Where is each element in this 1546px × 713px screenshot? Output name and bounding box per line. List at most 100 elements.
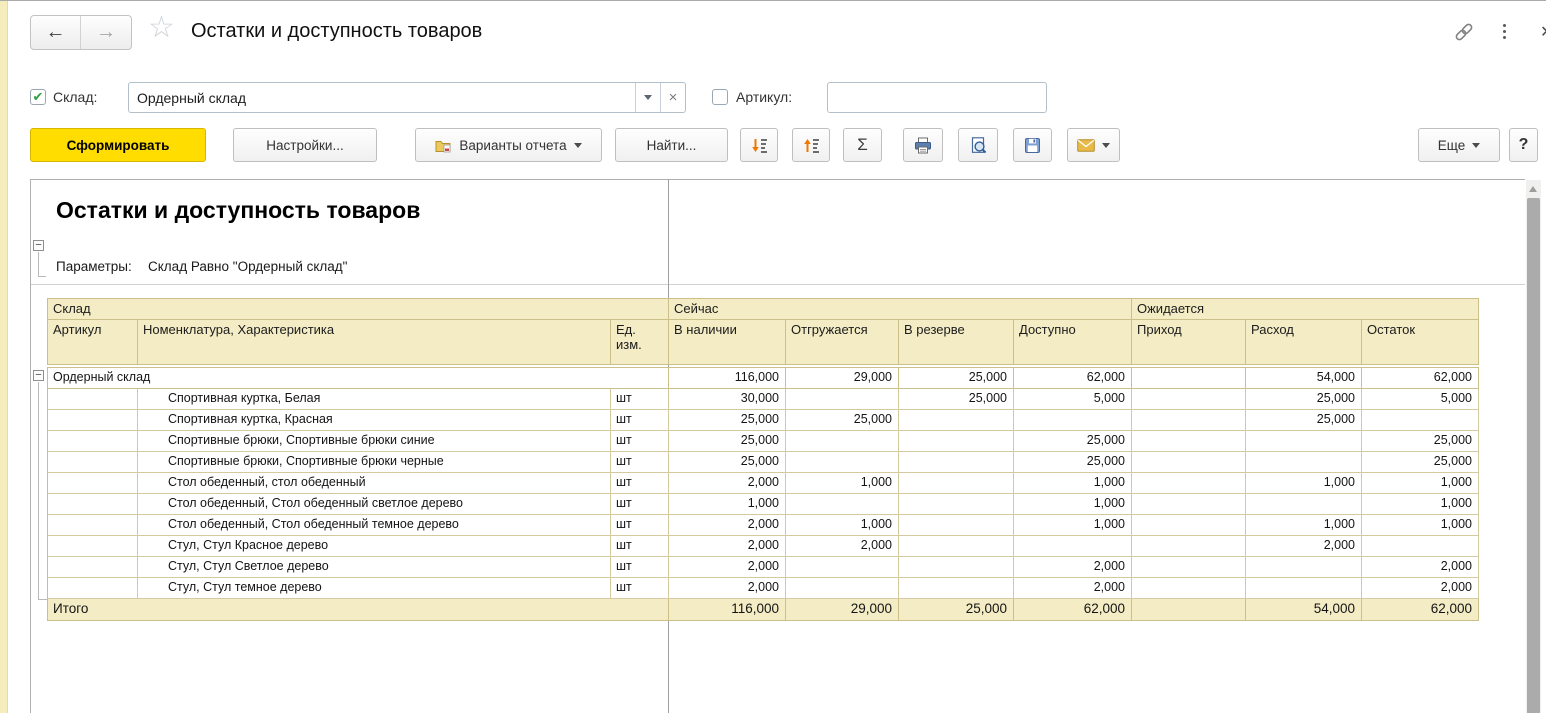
nomenclature-cell[interactable]: Стол обеденный, стол обеденный [138,473,611,494]
qty-reserve-cell[interactable] [899,557,1014,578]
qty-expense-cell[interactable] [1246,494,1362,515]
qty-available-cell[interactable]: 25,000 [1014,431,1132,452]
qty-income-cell[interactable] [1132,515,1246,536]
qty-available-cell[interactable]: 62,000 [1014,368,1132,389]
table-row[interactable]: Спортивные брюки, Спортивные брюки черны… [48,452,1479,473]
unit-cell[interactable]: шт [611,578,669,599]
qty-remainder-cell[interactable] [1362,410,1479,431]
unit-cell[interactable]: шт [611,389,669,410]
totals-button[interactable]: Σ [843,128,882,162]
qty-available-cell[interactable]: 2,000 [1014,557,1132,578]
qty-expense-cell[interactable]: 2,000 [1246,536,1362,557]
qty-shipping-cell[interactable] [786,494,899,515]
qty-remainder-cell[interactable]: 2,000 [1362,557,1479,578]
qty-income-cell[interactable] [1132,536,1246,557]
qty-reserve-cell[interactable] [899,578,1014,599]
favorite-star-icon[interactable]: ☆ [148,13,175,43]
artikul-cell[interactable] [48,452,138,473]
qty-available-cell[interactable]: 5,000 [1014,389,1132,410]
group-row-warehouse[interactable]: Ордерный склад 116,000 29,000 25,000 62,… [48,368,1479,389]
unit-cell[interactable]: шт [611,536,669,557]
more-menu-icon[interactable] [1503,24,1506,39]
qty-onhand-cell[interactable]: 2,000 [669,557,786,578]
qty-income-cell[interactable] [1132,578,1246,599]
qty-available-cell[interactable]: 62,000 [1014,599,1132,621]
artikul-cell[interactable] [48,536,138,557]
qty-income-cell[interactable] [1132,599,1246,621]
scroll-up-icon[interactable] [1529,186,1537,192]
group-header-sklad[interactable]: Склад [48,299,669,320]
scrollbar-thumb[interactable] [1527,198,1540,713]
unit-cell[interactable]: шт [611,557,669,578]
nomenclature-cell[interactable]: Спортивные брюки, Спортивные брюки черны… [138,452,611,473]
artikul-cell[interactable] [48,557,138,578]
back-button[interactable]: ← [31,16,81,49]
help-button[interactable]: ? [1509,128,1538,162]
unit-cell[interactable]: шт [611,431,669,452]
column-header[interactable]: Отгружается [786,320,899,365]
qty-shipping-cell[interactable] [786,389,899,410]
total-row[interactable]: Итого 116,000 29,000 25,000 62,000 54,00… [48,599,1479,621]
qty-onhand-cell[interactable]: 2,000 [669,515,786,536]
column-header[interactable]: Остаток [1362,320,1479,365]
column-header[interactable]: Артикул [48,320,138,365]
warehouse-input[interactable] [129,83,635,112]
nomenclature-cell[interactable]: Стул, Стул Светлое дерево [138,557,611,578]
nomenclature-cell[interactable]: Спортивная куртка, Белая [138,389,611,410]
find-button[interactable]: Найти... [615,128,728,162]
column-header[interactable]: Расход [1246,320,1362,365]
qty-expense-cell[interactable]: 25,000 [1246,410,1362,431]
qty-available-cell[interactable] [1014,410,1132,431]
qty-reserve-cell[interactable] [899,473,1014,494]
qty-reserve-cell[interactable] [899,410,1014,431]
qty-shipping-cell[interactable]: 1,000 [786,515,899,536]
qty-remainder-cell[interactable]: 62,000 [1362,368,1479,389]
qty-remainder-cell[interactable]: 1,000 [1362,473,1479,494]
more-actions-button[interactable]: Еще [1418,128,1500,162]
qty-shipping-cell[interactable]: 1,000 [786,473,899,494]
settings-button[interactable]: Настройки... [233,128,377,162]
qty-income-cell[interactable] [1132,473,1246,494]
unit-cell[interactable]: шт [611,473,669,494]
nomenclature-cell[interactable]: Спортивные брюки, Спортивные брюки синие [138,431,611,452]
qty-remainder-cell[interactable]: 25,000 [1362,431,1479,452]
table-row[interactable]: Спортивные брюки, Спортивные брюки синие… [48,431,1479,452]
qty-onhand-cell[interactable]: 25,000 [669,410,786,431]
generate-button[interactable]: Сформировать [30,128,206,162]
qty-onhand-cell[interactable]: 2,000 [669,536,786,557]
qty-shipping-cell[interactable]: 29,000 [786,599,899,621]
table-row[interactable]: Спортивная куртка, Красная шт 25,000 25,… [48,410,1479,431]
qty-remainder-cell[interactable]: 2,000 [1362,578,1479,599]
qty-shipping-cell[interactable] [786,431,899,452]
qty-onhand-cell[interactable]: 30,000 [669,389,786,410]
artikul-cell[interactable] [48,494,138,515]
qty-remainder-cell[interactable]: 1,000 [1362,494,1479,515]
artikul-cell[interactable] [48,389,138,410]
qty-expense-cell[interactable]: 1,000 [1246,473,1362,494]
artikul-cell[interactable] [48,473,138,494]
qty-shipping-cell[interactable] [786,452,899,473]
collapse-groups-button[interactable] [792,128,830,162]
warehouse-filter-checkbox[interactable]: ✔ [30,89,46,105]
qty-income-cell[interactable] [1132,494,1246,515]
group-collapse-icon[interactable]: − [33,370,44,381]
qty-reserve-cell[interactable] [899,515,1014,536]
qty-available-cell[interactable] [1014,536,1132,557]
table-row[interactable]: Стул, Стул Красное дерево шт 2,000 2,000… [48,536,1479,557]
qty-income-cell[interactable] [1132,389,1246,410]
print-preview-button[interactable] [958,128,998,162]
close-icon[interactable]: ✕ [1540,22,1546,42]
qty-available-cell[interactable]: 1,000 [1014,494,1132,515]
article-filter-checkbox[interactable] [712,89,728,105]
qty-shipping-cell[interactable]: 25,000 [786,410,899,431]
qty-reserve-cell[interactable] [899,494,1014,515]
table-row[interactable]: Стол обеденный, стол обеденный шт 2,000 … [48,473,1479,494]
artikul-cell[interactable] [48,578,138,599]
qty-income-cell[interactable] [1132,368,1246,389]
table-row[interactable]: Стул, Стул Светлое дерево шт 2,000 2,000… [48,557,1479,578]
table-row[interactable]: Стол обеденный, Стол обеденный темное де… [48,515,1479,536]
table-row[interactable]: Стул, Стул темное дерево шт 2,000 2,000 … [48,578,1479,599]
artikul-cell[interactable] [48,515,138,536]
column-header[interactable]: В наличии [669,320,786,365]
qty-reserve-cell[interactable]: 25,000 [899,368,1014,389]
